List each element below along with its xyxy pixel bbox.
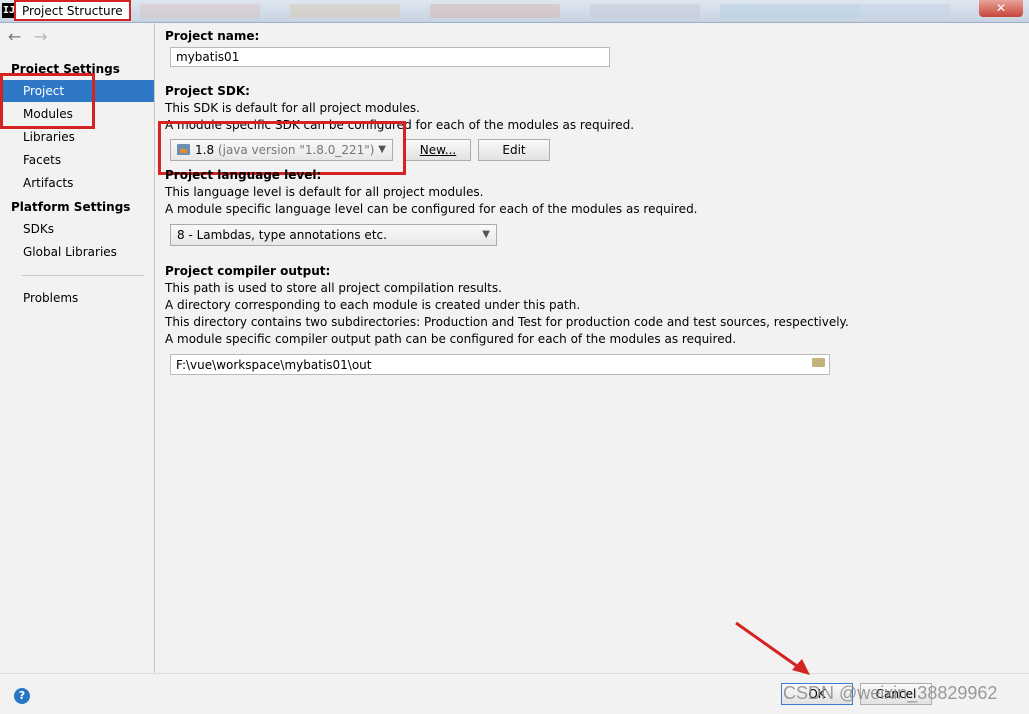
- edit-sdk-button[interactable]: Edit: [478, 139, 550, 161]
- title-bar: IJ Project Structure ✕: [0, 0, 1029, 23]
- project-name-input[interactable]: [170, 47, 610, 67]
- forward-arrow-icon[interactable]: →: [34, 27, 47, 46]
- blurred-taskbar-tab: [140, 4, 260, 18]
- sidebar-item-sdks[interactable]: SDKs: [0, 218, 154, 240]
- back-arrow-icon[interactable]: ←: [8, 27, 21, 46]
- chevron-down-icon: ▼: [378, 144, 386, 155]
- project-name-label: Project name:: [165, 29, 260, 43]
- compiler-output-path-input[interactable]: [170, 354, 830, 375]
- project-sdk-label: Project SDK:: [165, 84, 250, 98]
- compiler-output-description-3: This directory contains two subdirectori…: [165, 315, 849, 329]
- blurred-taskbar-tab: [590, 4, 700, 18]
- language-level-label: Project language level:: [165, 168, 322, 182]
- sidebar-item-facets[interactable]: Facets: [0, 149, 154, 171]
- sidebar-item-problems[interactable]: Problems: [0, 287, 154, 309]
- sdk-description-2: A module specific SDK can be configured …: [165, 118, 635, 132]
- jdk-icon: [177, 144, 190, 155]
- new-sdk-button[interactable]: New...: [405, 139, 471, 161]
- language-level-description-1: This language level is default for all p…: [165, 185, 484, 199]
- window-title: Project Structure: [14, 0, 131, 21]
- sdk-version: 1.8: [195, 143, 215, 157]
- compiler-output-description-4: A module specific compiler output path c…: [165, 332, 737, 346]
- sdk-version-detail: (java version "1.8.0_221"): [217, 143, 375, 157]
- close-window-button[interactable]: ✕: [979, 0, 1023, 17]
- dialog-footer: ? OK Cancel CSDN @weixin_38829962: [0, 673, 1029, 714]
- chevron-down-icon: ▼: [482, 229, 490, 240]
- project-settings-header: Project Settings: [11, 62, 120, 76]
- sdk-dropdown[interactable]: 1.8 (java version "1.8.0_221") ▼: [170, 139, 393, 161]
- language-level-description-2: A module specific language level can be …: [165, 202, 698, 216]
- blurred-taskbar-tab: [290, 4, 400, 18]
- language-level-value: 8 - Lambdas, type annotations etc.: [177, 228, 387, 242]
- sidebar-item-libraries[interactable]: Libraries: [0, 126, 154, 148]
- sidebar-item-project[interactable]: Project: [0, 80, 154, 102]
- sidebar-item-modules[interactable]: Modules: [0, 103, 154, 125]
- sidebar: ← → Project Settings Project Modules Lib…: [0, 23, 155, 673]
- platform-settings-header: Platform Settings: [11, 200, 131, 214]
- sidebar-divider: [22, 275, 144, 276]
- help-icon[interactable]: ?: [14, 688, 30, 704]
- compiler-output-description-1: This path is used to store all project c…: [165, 281, 502, 295]
- compiler-output-label: Project compiler output:: [165, 264, 331, 278]
- blurred-taskbar-tab: [720, 4, 860, 18]
- sidebar-item-artifacts[interactable]: Artifacts: [0, 172, 154, 194]
- folder-browse-icon[interactable]: [812, 358, 825, 367]
- main-panel: Project name: Project SDK: This SDK is d…: [155, 23, 1029, 673]
- blurred-taskbar-tab: [860, 4, 950, 18]
- compiler-output-field: [170, 354, 830, 375]
- cancel-button[interactable]: Cancel: [860, 683, 932, 705]
- sidebar-item-global-libraries[interactable]: Global Libraries: [0, 241, 154, 263]
- blurred-taskbar-tab: [430, 4, 560, 18]
- compiler-output-description-2: A directory corresponding to each module…: [165, 298, 581, 312]
- ok-button[interactable]: OK: [781, 683, 853, 705]
- language-level-dropdown[interactable]: 8 - Lambdas, type annotations etc. ▼: [170, 224, 497, 246]
- sdk-description-1: This SDK is default for all project modu…: [165, 101, 420, 115]
